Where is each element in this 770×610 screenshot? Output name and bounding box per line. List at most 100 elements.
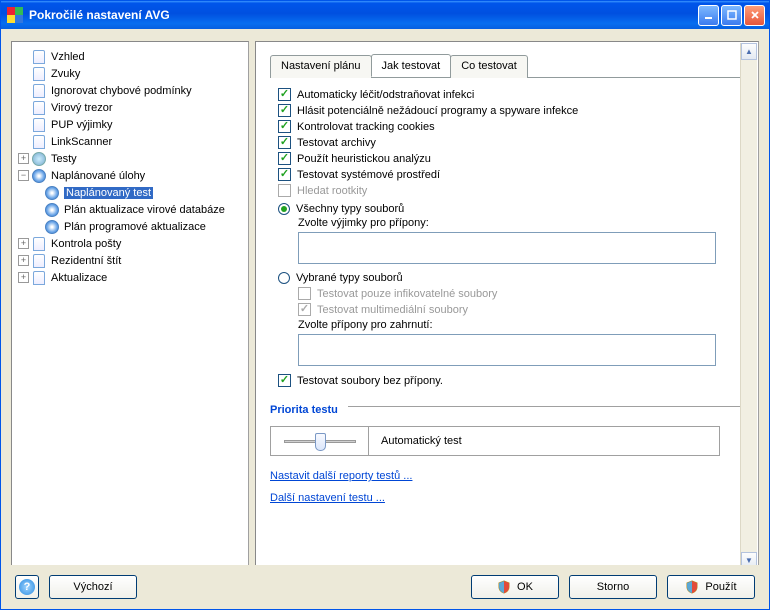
slider-thumb-icon[interactable] bbox=[315, 433, 326, 451]
tree-item[interactable]: LinkScanner bbox=[12, 133, 248, 150]
tree-item-label: Naplánované úlohy bbox=[51, 170, 145, 182]
tree-item[interactable]: Zvuky bbox=[12, 65, 248, 82]
scroll-down-icon[interactable]: ▼ bbox=[741, 552, 757, 565]
cancel-button-label: Storno bbox=[597, 581, 629, 593]
radio-all-types[interactable] bbox=[278, 203, 290, 215]
expand-icon[interactable]: + bbox=[18, 272, 29, 283]
default-button-label: Výchozí bbox=[73, 581, 112, 593]
checkbox-auto-heal[interactable] bbox=[278, 88, 291, 101]
cancel-button[interactable]: Storno bbox=[569, 575, 657, 599]
label-selected-types: Vybrané typy souborů bbox=[296, 272, 403, 284]
close-button[interactable] bbox=[744, 5, 765, 26]
tree-item[interactable]: + Rezidentní štít bbox=[12, 252, 248, 269]
tree-item[interactable]: +Aktualizace bbox=[12, 269, 248, 286]
priority-slider[interactable] bbox=[271, 427, 369, 455]
checkbox-archives[interactable] bbox=[278, 136, 291, 149]
tree-item[interactable]: Plán aktualizace virové databáze bbox=[12, 201, 248, 218]
clock-icon bbox=[44, 219, 60, 235]
tree-item[interactable]: Virový trezor bbox=[12, 99, 248, 116]
checkbox-infect-only bbox=[298, 287, 311, 300]
label-include-ext: Zvolte přípony pro zahrnutí: bbox=[298, 319, 744, 331]
priority-box: Automatický test bbox=[270, 426, 720, 456]
checkbox-no-ext[interactable] bbox=[278, 374, 291, 387]
label-tracking: Kontrolovat tracking cookies bbox=[297, 121, 435, 133]
shield-icon bbox=[497, 580, 511, 594]
tree-item[interactable]: + Kontrola pošty bbox=[12, 235, 248, 252]
tree-item[interactable]: − Naplánované úlohy bbox=[12, 167, 248, 184]
apply-button-label: Použít bbox=[705, 581, 736, 593]
tree-item[interactable]: Vzhled bbox=[12, 48, 248, 65]
scrollbar[interactable]: ▲ ▼ bbox=[740, 43, 757, 565]
tree-item[interactable]: Ignorovat chybové podmínky bbox=[12, 82, 248, 99]
radio-selected-types[interactable] bbox=[278, 272, 290, 284]
toggle-spacer bbox=[18, 136, 29, 147]
titlebar: Pokročilé nastavení AVG bbox=[1, 1, 769, 29]
tab-schedule[interactable]: Nastavení plánu bbox=[270, 55, 372, 78]
input-include-ext[interactable] bbox=[298, 334, 716, 366]
page-icon bbox=[31, 100, 47, 116]
label-multimedia: Testovat multimediální soubory bbox=[317, 304, 468, 316]
collapse-icon[interactable]: − bbox=[18, 170, 29, 181]
label-exclude-ext: Zvolte výjimky pro přípony: bbox=[298, 217, 744, 229]
tree-item-label: Rezidentní štít bbox=[51, 255, 121, 267]
tree-item-label: Kontrola pošty bbox=[51, 238, 121, 250]
toggle-spacer bbox=[31, 204, 42, 215]
toggle-spacer bbox=[18, 85, 29, 96]
label-heuristic: Použít heuristickou analýzu bbox=[297, 153, 431, 165]
default-button[interactable]: Výchozí bbox=[49, 575, 137, 599]
ok-button[interactable]: OK bbox=[471, 575, 559, 599]
label-all-types: Všechny typy souborů bbox=[296, 203, 404, 215]
checkbox-tracking[interactable] bbox=[278, 120, 291, 133]
expand-icon[interactable]: + bbox=[18, 255, 29, 266]
expand-icon[interactable]: + bbox=[18, 153, 29, 164]
toggle-spacer bbox=[18, 119, 29, 130]
page-icon bbox=[31, 83, 47, 99]
navigation-tree[interactable]: Vzhled Zvuky Ignorovat chybové podmínky Vir… bbox=[11, 41, 249, 565]
window: Pokročilé nastavení AVG Vzhled Zvuky Ignor… bbox=[0, 0, 770, 610]
toggle-spacer bbox=[18, 102, 29, 113]
checkbox-report-pup[interactable] bbox=[278, 104, 291, 117]
tree-item-label: LinkScanner bbox=[51, 136, 112, 148]
maximize-button[interactable] bbox=[721, 5, 742, 26]
priority-slider-label: Automatický test bbox=[369, 435, 462, 447]
tree-item[interactable]: + Testy bbox=[12, 150, 248, 167]
checkbox-multimedia bbox=[298, 303, 311, 316]
help-button[interactable]: ? bbox=[15, 575, 39, 599]
footer: ? Výchozí OK Storno Použít bbox=[1, 565, 769, 609]
label-auto-heal: Automaticky léčit/odstraňovat infekci bbox=[297, 89, 474, 101]
tree-item-label: Naplánovaný test bbox=[64, 187, 153, 199]
toggle-spacer bbox=[31, 187, 42, 198]
apply-button[interactable]: Použít bbox=[667, 575, 755, 599]
link-more-settings[interactable]: Další nastavení testu ... bbox=[270, 492, 385, 504]
input-exclude-ext[interactable] bbox=[298, 232, 716, 264]
tree-item[interactable]: Plán programové aktualizace bbox=[12, 218, 248, 235]
clock-icon bbox=[44, 185, 60, 201]
tree-item-label: Testy bbox=[51, 153, 77, 165]
ok-button-label: OK bbox=[517, 581, 533, 593]
page-icon bbox=[31, 236, 47, 252]
link-reports[interactable]: Nastavit další reporty testů ... bbox=[270, 470, 412, 482]
page-icon bbox=[31, 270, 47, 286]
tree-item-label: Ignorovat chybové podmínky bbox=[51, 85, 192, 97]
label-system-env: Testovat systémové prostředí bbox=[297, 169, 440, 181]
tab-how[interactable]: Jak testovat bbox=[371, 54, 452, 77]
tree-item[interactable]: Naplánovaný test bbox=[12, 184, 248, 201]
window-title: Pokročilé nastavení AVG bbox=[29, 8, 698, 22]
scroll-up-icon[interactable]: ▲ bbox=[741, 43, 757, 60]
tree-item[interactable]: PUP výjimky bbox=[12, 116, 248, 133]
group-priority-title: Priorita testu bbox=[270, 404, 338, 416]
toggle-spacer bbox=[18, 68, 29, 79]
tree-item-label: PUP výjimky bbox=[51, 119, 113, 131]
minimize-button[interactable] bbox=[698, 5, 719, 26]
divider bbox=[348, 406, 744, 407]
toggle-spacer bbox=[18, 51, 29, 62]
checkbox-heuristic[interactable] bbox=[278, 152, 291, 165]
tree-item-label: Zvuky bbox=[51, 68, 80, 80]
clock-icon bbox=[31, 168, 47, 184]
page-icon bbox=[31, 134, 47, 150]
tree-item-label: Vzhled bbox=[51, 51, 85, 63]
tab-what[interactable]: Co testovat bbox=[450, 55, 528, 78]
expand-icon[interactable]: + bbox=[18, 238, 29, 249]
checkbox-system-env[interactable] bbox=[278, 168, 291, 181]
app-icon bbox=[7, 7, 23, 23]
